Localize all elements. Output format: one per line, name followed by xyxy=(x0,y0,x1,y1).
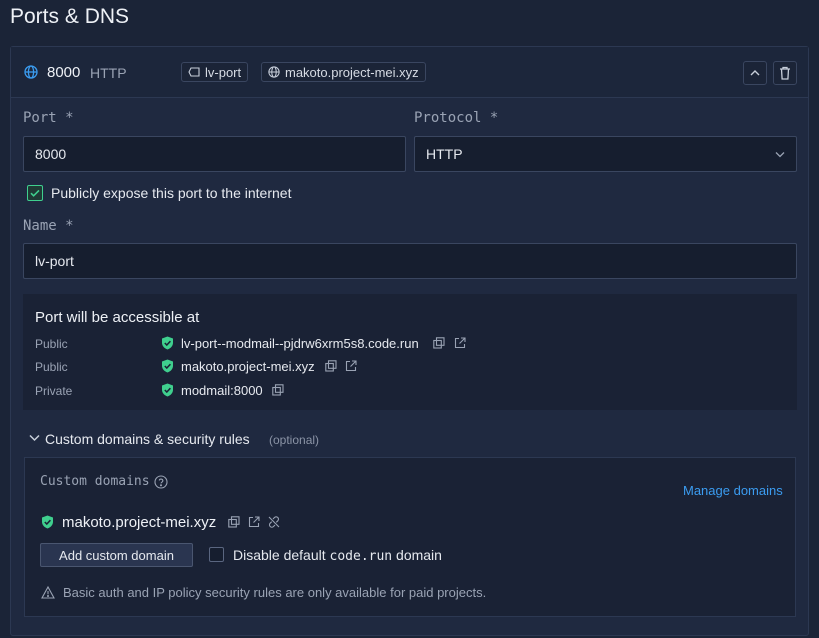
disable-default-label[interactable]: Disable default code.run domain xyxy=(233,547,442,564)
access-address: lv-port--modmail--pjdrw6xrm5s8.code.run xyxy=(181,336,419,351)
copy-icon[interactable] xyxy=(272,384,284,396)
port-name-chip: lv-port xyxy=(181,62,249,82)
disable-default-suffix: domain xyxy=(396,547,442,563)
custom-domains-label: Custom domains xyxy=(40,474,150,489)
trash-icon xyxy=(779,66,791,80)
custom-section-hint: (optional) xyxy=(269,433,320,447)
name-label: Name * xyxy=(23,218,74,234)
delete-port-button[interactable] xyxy=(773,61,797,85)
protocol-select-value: HTTP xyxy=(426,146,463,162)
tag-icon xyxy=(188,67,200,77)
chevron-down-icon[interactable] xyxy=(29,434,40,442)
check-icon xyxy=(28,186,42,200)
disable-default-checkbox[interactable] xyxy=(209,547,224,562)
external-link-icon[interactable] xyxy=(248,516,260,528)
expose-label[interactable]: Publicly expose this port to the interne… xyxy=(51,185,291,201)
domain-chip: makoto.project-mei.xyz xyxy=(261,62,426,82)
external-link-icon[interactable] xyxy=(454,337,466,349)
access-address: modmail:8000 xyxy=(181,383,263,398)
disable-default-prefix: Disable default xyxy=(233,547,326,563)
access-kind: Public xyxy=(35,337,68,351)
access-kind: Public xyxy=(35,360,68,374)
custom-section-toggle[interactable]: Custom domains & security rules xyxy=(45,431,250,447)
page-title: Ports & DNS xyxy=(10,5,130,28)
shield-check-icon xyxy=(161,383,174,397)
domain-chip-label: makoto.project-mei.xyz xyxy=(285,64,419,80)
port-label: Port * xyxy=(23,110,74,126)
globe-icon xyxy=(24,65,38,79)
access-heading: Port will be accessible at xyxy=(35,309,200,326)
paid-notice: Basic auth and IP policy security rules … xyxy=(63,585,487,600)
copy-icon[interactable] xyxy=(433,337,445,349)
unlink-icon[interactable] xyxy=(268,516,280,528)
access-address: makoto.project-mei.xyz xyxy=(181,359,315,374)
protocol-tag: HTTP xyxy=(90,65,127,81)
disable-default-code: code.run xyxy=(329,549,393,564)
chevron-down-icon xyxy=(775,151,785,158)
name-input[interactable]: lv-port xyxy=(23,243,797,279)
expose-checkbox[interactable] xyxy=(27,185,43,201)
add-custom-domain-button[interactable]: Add custom domain xyxy=(40,543,193,567)
shield-check-icon xyxy=(161,359,174,373)
manage-domains-link[interactable]: Manage domains xyxy=(683,483,783,498)
protocol-label: Protocol * xyxy=(414,110,499,126)
shield-check-icon xyxy=(41,515,54,529)
external-link-icon[interactable] xyxy=(345,360,357,372)
help-icon[interactable] xyxy=(154,475,168,489)
port-number: 8000 xyxy=(47,64,81,81)
copy-icon[interactable] xyxy=(228,516,240,528)
port-input-value: 8000 xyxy=(35,146,67,162)
shield-check-icon xyxy=(161,336,174,350)
copy-icon[interactable] xyxy=(325,360,337,372)
collapse-button[interactable] xyxy=(743,61,767,85)
custom-domain-name: makoto.project-mei.xyz xyxy=(62,514,217,531)
port-input[interactable]: 8000 xyxy=(23,136,406,172)
warning-icon xyxy=(41,586,55,599)
name-input-value: lv-port xyxy=(35,253,74,269)
globe-icon xyxy=(268,66,280,78)
access-kind: Private xyxy=(35,384,73,398)
chevron-up-icon xyxy=(750,69,760,77)
protocol-select[interactable]: HTTP xyxy=(414,136,797,172)
port-name-chip-label: lv-port xyxy=(205,64,242,80)
